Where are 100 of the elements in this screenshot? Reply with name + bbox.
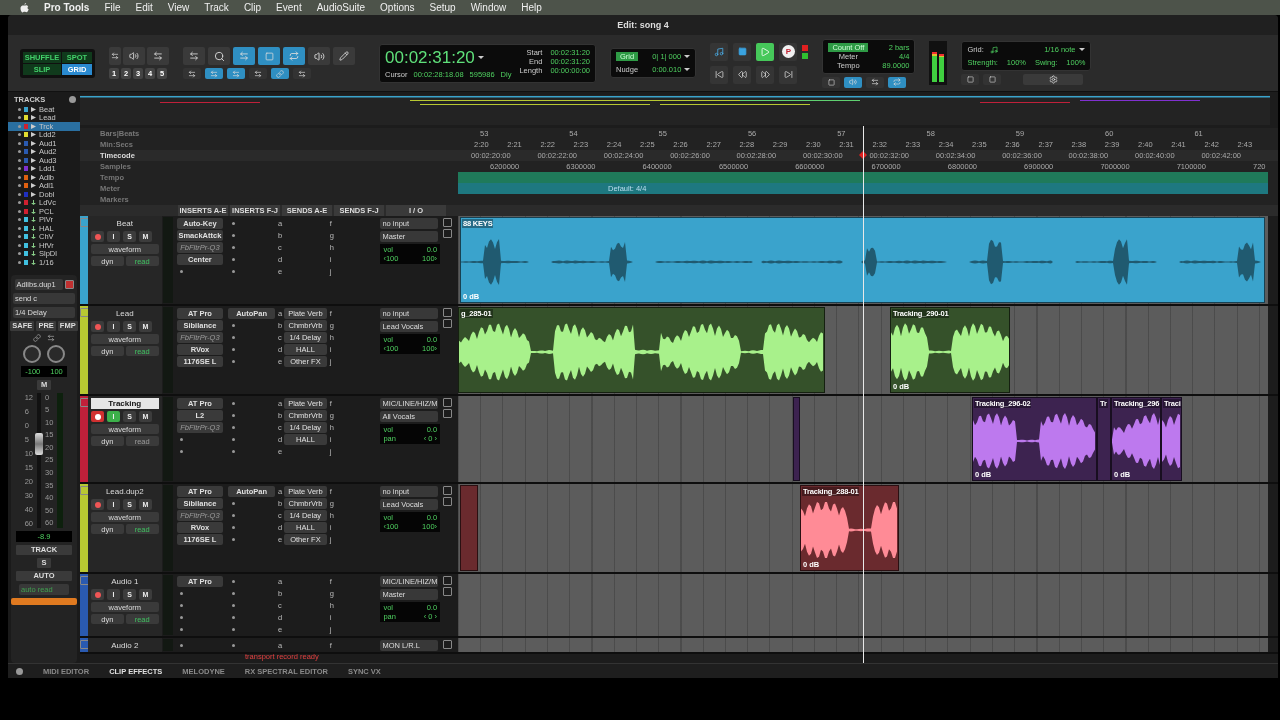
- dot-icon: [231, 616, 235, 619]
- dot-icon: [231, 270, 235, 273]
- menu-item[interactable]: Window: [470, 2, 507, 13]
- track-name[interactable]: Tracking: [91, 398, 159, 409]
- visibility-icon[interactable]: [18, 107, 21, 111]
- dot-icon: [231, 348, 235, 351]
- record-button[interactable]: [91, 411, 104, 422]
- caret-icon[interactable]: [477, 56, 484, 59]
- menu-item[interactable]: View: [167, 2, 190, 13]
- dot-icon: [231, 222, 235, 225]
- fader-thumb[interactable]: [35, 432, 43, 455]
- record-button[interactable]: P: [779, 42, 798, 61]
- pencil-icon[interactable]: [333, 47, 355, 65]
- dot-icon: [180, 616, 184, 619]
- dot-icon: [231, 336, 235, 339]
- caret-icon[interactable]: [684, 68, 691, 71]
- master-meter: [929, 41, 948, 85]
- stop-button[interactable]: [733, 42, 752, 61]
- apple-icon[interactable]: [20, 2, 29, 13]
- menu-item[interactable]: AudioSuite: [316, 2, 366, 13]
- stop-icon: [737, 47, 747, 56]
- settings-icon[interactable]: [1023, 74, 1084, 85]
- fast-forward-icon: [760, 70, 770, 79]
- menu-icon[interactable]: [16, 667, 23, 675]
- dot-icon: [231, 502, 235, 505]
- output-icon[interactable]: [443, 587, 453, 596]
- menu-item[interactable]: Edit: [135, 2, 153, 13]
- go-to-end-button[interactable]: [779, 65, 798, 84]
- record-enable-icon[interactable]: [443, 308, 453, 317]
- main-counter: 00:02:31:20: [385, 47, 475, 68]
- track-name[interactable]: Lead.dup2: [91, 486, 159, 497]
- output-icon[interactable]: [443, 497, 453, 506]
- dot-icon: [231, 246, 235, 249]
- send-panel-bar: [11, 597, 77, 605]
- menu-item[interactable]: Help: [521, 2, 542, 13]
- dot-icon: [231, 234, 235, 237]
- audio-clip[interactable]: [460, 485, 478, 571]
- fast-forward-button[interactable]: [756, 65, 775, 84]
- app-menu[interactable]: Pro Tools: [44, 2, 90, 13]
- output-icon[interactable]: [443, 229, 453, 238]
- dot-icon: [180, 592, 184, 595]
- menu-item[interactable]: Setup: [429, 2, 456, 13]
- record-icon: [94, 323, 101, 330]
- record-icon: [94, 233, 101, 240]
- menu-item[interactable]: Clip: [243, 2, 262, 13]
- rewind-button[interactable]: [733, 65, 752, 84]
- record-enable-icon[interactable]: [443, 640, 453, 649]
- caret-icon[interactable]: [684, 55, 691, 58]
- skip-back-icon: [714, 70, 724, 79]
- record-enable-icon[interactable]: [443, 398, 453, 407]
- menu-item[interactable]: File: [104, 2, 121, 13]
- arrow-icon[interactable]: [47, 333, 55, 342]
- record-icon: [94, 501, 101, 508]
- dot-icon: [180, 604, 184, 607]
- dot-icon: [231, 258, 235, 261]
- note-icon: [714, 46, 725, 57]
- dot-icon: [231, 450, 235, 453]
- record-enable-icon[interactable]: [443, 218, 453, 227]
- dot-icon: [231, 628, 235, 631]
- dot-icon: [180, 644, 184, 647]
- record-enable-icon[interactable]: [443, 576, 453, 585]
- dot-icon: [231, 426, 235, 429]
- menu-icon[interactable]: [69, 96, 76, 103]
- dot-icon: [231, 402, 235, 405]
- pan-knob[interactable]: [47, 344, 65, 363]
- record-enable-icon[interactable]: [443, 486, 453, 495]
- dot-icon: [180, 270, 184, 273]
- speaker-icon[interactable]: [308, 47, 330, 65]
- track-name[interactable]: Beat: [91, 218, 159, 229]
- output-icon[interactable]: [443, 409, 453, 418]
- track-name[interactable]: Lead: [91, 308, 159, 319]
- window-title: Edit: song 4: [617, 20, 669, 30]
- dot-icon: [231, 360, 235, 363]
- menu-item[interactable]: Event: [276, 2, 302, 13]
- record-indicator-icon: [802, 44, 809, 51]
- play-button[interactable]: [756, 42, 775, 61]
- close-icon[interactable]: [64, 279, 74, 289]
- play-icon: [760, 46, 771, 57]
- search-icon[interactable]: [208, 47, 230, 65]
- dot-icon: [231, 538, 235, 541]
- record-icon: [94, 591, 101, 598]
- caret-icon[interactable]: [1079, 48, 1086, 51]
- status-indicator-icon: [802, 52, 809, 59]
- track-name[interactable]: Audio 1: [91, 576, 159, 587]
- menu-item[interactable]: Options: [380, 2, 415, 13]
- dot-icon: [231, 580, 235, 583]
- audio-clip[interactable]: [793, 397, 800, 481]
- dot-icon: [180, 628, 184, 631]
- dot-icon: [231, 438, 235, 441]
- dot-icon: [231, 526, 235, 529]
- dot-icon: [231, 644, 235, 647]
- link-icon[interactable]: [33, 333, 41, 342]
- dot-icon: [231, 514, 235, 517]
- online-button[interactable]: [710, 42, 729, 61]
- record-icon: [94, 413, 101, 420]
- dot-icon: [180, 450, 184, 453]
- pan-knob[interactable]: [23, 344, 41, 363]
- menu-item[interactable]: Track: [204, 2, 229, 13]
- output-icon[interactable]: [443, 319, 453, 328]
- return-to-zero-button[interactable]: [710, 65, 729, 84]
